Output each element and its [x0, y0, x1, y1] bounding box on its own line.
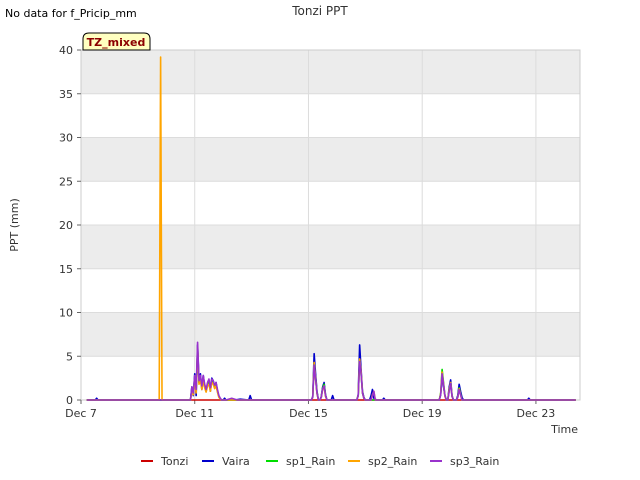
y-tick-label: 10 [59, 307, 73, 320]
y-axis-label: PPT (mm) [8, 198, 21, 252]
legend-label: sp1_Rain [286, 455, 335, 468]
chart: Tonzi PPT 0510152025303540 Dec 7 Dec 11 De… [8, 4, 581, 468]
badge-label: TZ_mixed [87, 36, 146, 49]
plot-band [81, 312, 580, 357]
legend-label: Tonzi [160, 455, 188, 468]
y-tick-label: 25 [59, 175, 73, 188]
y-tick-label: 30 [59, 132, 73, 145]
y-tick-label: 0 [66, 394, 73, 407]
plot-band [81, 225, 580, 269]
chart-title: Tonzi PPT [291, 4, 348, 18]
x-tick-label: Dec 11 [175, 407, 214, 420]
x-axis-label: Time [550, 423, 578, 436]
plot-bands [81, 50, 580, 357]
dataset-badge: TZ_mixed [82, 32, 151, 51]
plot-band [81, 137, 580, 182]
y-tick-label: 20 [59, 219, 73, 232]
y-tick-label: 35 [59, 88, 73, 101]
x-tick-label: Dec 7 [65, 407, 97, 420]
legend-label: sp2_Rain [368, 455, 417, 468]
legend: Tonzi Vaira sp1_Rain sp2_Rain sp3_Rain [141, 455, 499, 468]
x-tick-label: Dec 23 [517, 407, 556, 420]
y-tick-label: 5 [66, 350, 73, 363]
plot-band [81, 50, 580, 94]
legend-label: Vaira [222, 455, 250, 468]
y-tick-label: 40 [59, 44, 73, 57]
x-axis-ticks: Dec 7 Dec 11 Dec 15 Dec 19 Dec 23 [65, 400, 555, 420]
y-tick-label: 15 [59, 263, 73, 276]
x-tick-label: Dec 19 [403, 407, 442, 420]
x-tick-label: Dec 15 [289, 407, 328, 420]
legend-label: sp3_Rain [450, 455, 499, 468]
y-axis-ticks: 0 5 10 15 20 25 30 35 40 [59, 44, 81, 407]
